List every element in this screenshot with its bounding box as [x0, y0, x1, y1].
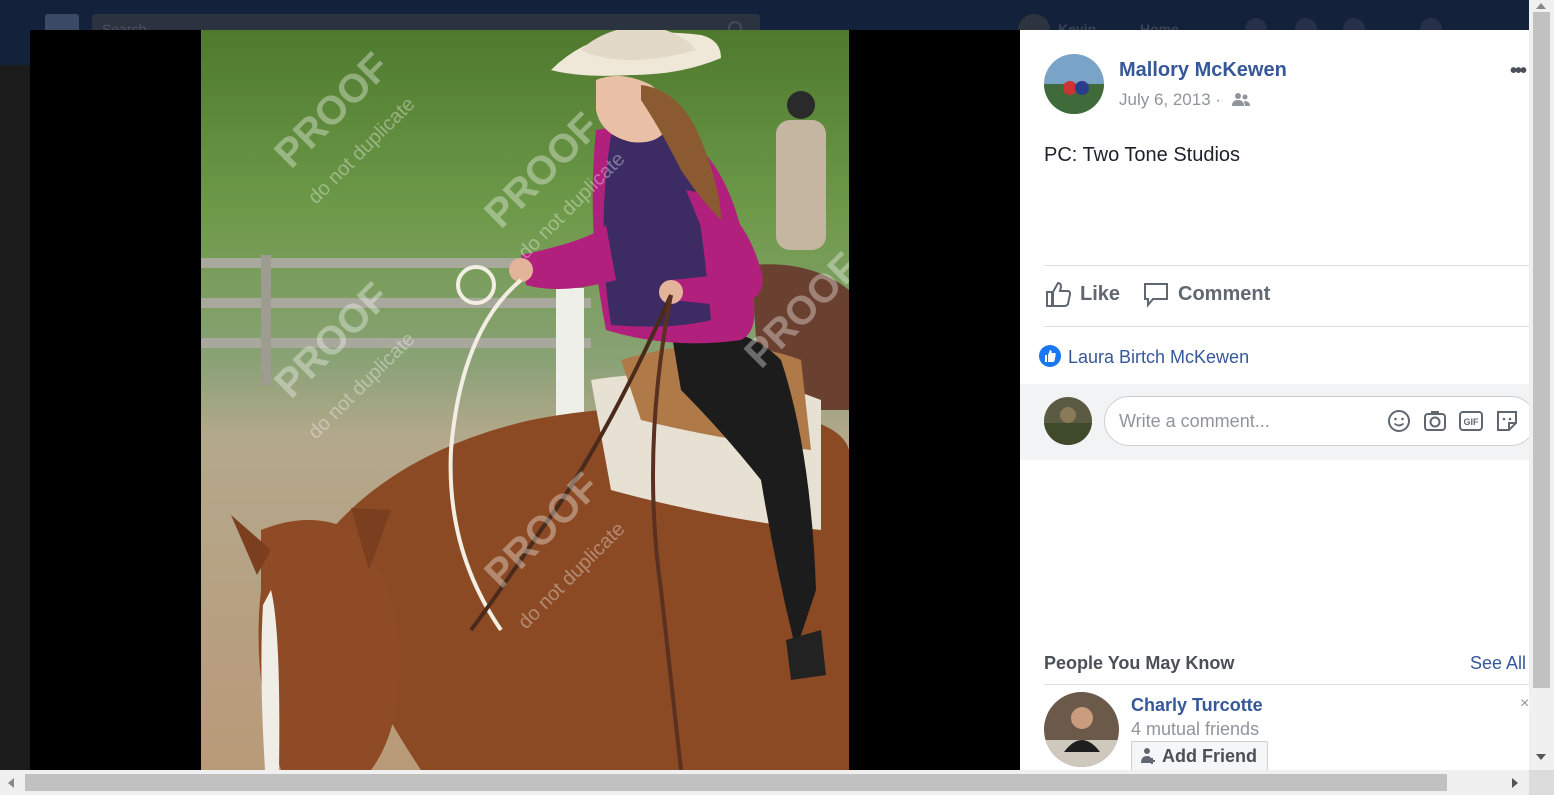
comment-label: Comment: [1178, 282, 1271, 305]
gif-label: GIF: [1464, 417, 1480, 427]
comment-button[interactable]: Comment: [1142, 280, 1270, 308]
emoji-icon[interactable]: [1387, 409, 1411, 433]
sticker-icon[interactable]: [1495, 409, 1519, 433]
scroll-left-arrow-icon[interactable]: [8, 778, 14, 788]
like-button[interactable]: Like: [1044, 280, 1120, 308]
divider: [1044, 684, 1529, 685]
add-friend-button[interactable]: Add Friend: [1131, 741, 1268, 771]
comment-input[interactable]: Write a comment... GIF: [1104, 396, 1536, 446]
add-friend-icon: [1141, 748, 1155, 764]
like-reaction-icon[interactable]: [1039, 345, 1061, 367]
pymk-title: People You May Know: [1044, 653, 1235, 673]
suggested-friend-name[interactable]: Charly Turcotte: [1131, 695, 1263, 716]
vertical-scrollbar[interactable]: [1529, 0, 1554, 770]
scrollbar-corner: [1529, 770, 1554, 795]
camera-icon[interactable]: [1423, 409, 1447, 433]
more-options-button[interactable]: •••: [1510, 60, 1527, 83]
see-all-link[interactable]: See All: [1470, 653, 1526, 674]
post-author-link[interactable]: Mallory McKewen: [1119, 59, 1287, 82]
comment-bubble-icon: [1144, 283, 1168, 308]
reaction-names-link[interactable]: Laura Birtch McKewen: [1068, 347, 1249, 368]
like-label: Like: [1080, 282, 1121, 305]
divider: [1044, 326, 1529, 327]
thumbs-up-icon: [1046, 281, 1072, 307]
dismiss-suggestion-button[interactable]: ×: [1520, 695, 1529, 713]
divider: [1044, 265, 1529, 266]
comment-placeholder: Write a comment...: [1119, 411, 1270, 431]
friends-icon[interactable]: [1232, 92, 1250, 108]
post-photo[interactable]: PROOF PROOF PROOF PROOF PROOF do not dup…: [201, 30, 849, 770]
gif-icon[interactable]: GIF: [1459, 409, 1483, 433]
suggested-friend-avatar[interactable]: [1044, 692, 1119, 767]
photo-viewer: PROOF PROOF PROOF PROOF PROOF do not dup…: [30, 30, 1020, 770]
scroll-down-arrow-icon[interactable]: [1536, 754, 1546, 760]
vertical-scroll-thumb[interactable]: [1533, 12, 1550, 688]
post-date-link[interactable]: July 6, 2013 ·: [1119, 90, 1221, 110]
horizontal-scrollbar[interactable]: [0, 770, 1529, 795]
post-caption: PC: Two Tone Studios: [1044, 144, 1241, 166]
scroll-up-arrow-icon[interactable]: [1536, 3, 1546, 9]
horizontal-scroll-thumb[interactable]: [25, 774, 1447, 791]
current-user-avatar: [1044, 397, 1092, 445]
mutual-friends-count[interactable]: 4 mutual friends: [1131, 719, 1259, 740]
post-details-panel: Mallory McKewen July 6, 2013 · ••• PC: T…: [1020, 30, 1536, 771]
scroll-right-arrow-icon[interactable]: [1512, 778, 1518, 788]
dim-overlay: [0, 65, 30, 770]
add-friend-label: Add Friend: [1162, 745, 1257, 766]
author-avatar[interactable]: [1044, 54, 1104, 114]
comment-composer: Write a comment... GIF: [1020, 384, 1536, 460]
